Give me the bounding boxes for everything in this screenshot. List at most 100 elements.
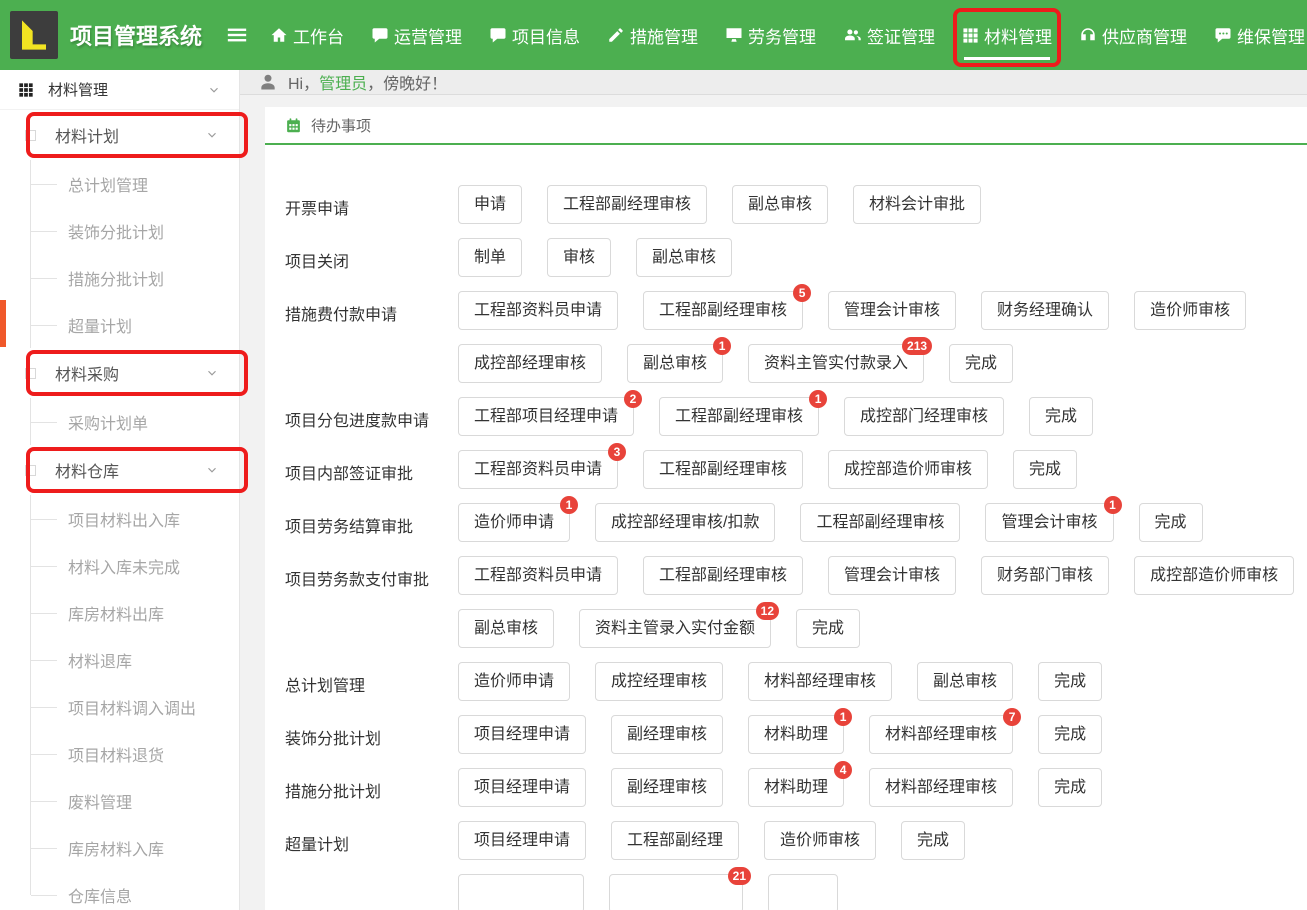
todo-step-button-管理会计审核[interactable]: 管理会计审核: [828, 291, 956, 330]
sidebar-group-材料采购[interactable]: 材料采购: [0, 348, 239, 398]
todo-step-button-label: 工程部资料员申请: [474, 567, 602, 584]
sidebar-item-库房材料出库[interactable]: 库房材料出库: [0, 589, 239, 636]
todo-step-button-成控部经理审核/扣款[interactable]: 成控部经理审核/扣款: [595, 503, 775, 542]
todo-step-button-造价师申请[interactable]: 造价师申请1: [458, 503, 570, 542]
todo-step-button-副经理审核[interactable]: 副经理审核: [611, 768, 723, 807]
todo-step-button-工程部资料员申请[interactable]: 工程部资料员申请: [458, 556, 618, 595]
todo-step-button-工程部副经理审核[interactable]: 工程部副经理审核: [643, 450, 803, 489]
todo-step-button-工程部资料员申请[interactable]: 工程部资料员申请3: [458, 450, 618, 489]
todo-row-label: 总计划管理: [285, 662, 458, 701]
todo-step-button-材料部经理审核[interactable]: 材料部经理审核: [869, 768, 1013, 807]
todo-step-button-工程部资料员申请[interactable]: 工程部资料员申请: [458, 291, 618, 330]
todo-step-button-label: 工程部副经理审核: [659, 302, 787, 319]
todo-step-button-材料助理[interactable]: 材料助理1: [748, 715, 844, 754]
nav-item-项目信息[interactable]: 项目信息: [489, 23, 580, 48]
todo-step-button-材料部经理审核[interactable]: 材料部经理审核: [748, 662, 892, 701]
todo-step-button-审核[interactable]: 审核: [547, 238, 611, 277]
sidebar-header[interactable]: 材料管理: [0, 70, 239, 110]
sidebar-group-label: 材料计划: [55, 123, 119, 147]
todo-step-button-完成[interactable]: 完成: [901, 821, 965, 860]
todo-row-buttons: 项目经理申请工程部副经理造价师审核完成: [458, 821, 1301, 860]
todo-step-button-完成[interactable]: 完成: [949, 344, 1013, 383]
todo-step-button-造价师审核[interactable]: 造价师审核: [1134, 291, 1246, 330]
todo-step-button-成控部造价师审核[interactable]: 成控部造价师审核: [1134, 556, 1294, 595]
todo-step-button-材料助理[interactable]: 材料助理4: [748, 768, 844, 807]
todo-step-button-工程部副经理[interactable]: 工程部副经理: [611, 821, 739, 860]
todo-step-button-资料主管录入实付金额[interactable]: 资料主管录入实付金额12: [579, 609, 771, 648]
todo-step-button-工程部项目经理申请[interactable]: 工程部项目经理申请2: [458, 397, 634, 436]
todo-step-button-label: 财务部门审核: [997, 567, 1093, 584]
todo-step-button-副总审核[interactable]: 副总审核: [917, 662, 1013, 701]
sidebar-item-总计划管理[interactable]: 总计划管理: [0, 160, 239, 207]
todo-step-button-副经理审核[interactable]: 副经理审核: [611, 715, 723, 754]
sidebar-item-超量计划[interactable]: 超量计划: [0, 301, 239, 348]
todo-step-button-label: 完成: [1054, 779, 1086, 796]
todo-step-button-工程部副经理审核[interactable]: 工程部副经理审核5: [643, 291, 803, 330]
nav-item-劳务管理[interactable]: 劳务管理: [725, 23, 816, 48]
todo-step-button-财务部门审核[interactable]: 财务部门审核: [981, 556, 1109, 595]
todo-step-button[interactable]: 21: [609, 874, 743, 910]
nav-item-签证管理[interactable]: 签证管理: [843, 23, 935, 48]
todo-row-buttons: 制单审核副总审核: [458, 238, 1301, 277]
todo-step-button-完成[interactable]: 完成: [796, 609, 860, 648]
nav-item-材料管理[interactable]: 材料管理: [962, 23, 1052, 48]
sidebar-item-材料退库[interactable]: 材料退库: [0, 636, 239, 683]
todo-step-button-完成[interactable]: 完成: [1139, 503, 1203, 542]
sidebar-item-废料管理[interactable]: 废料管理: [0, 777, 239, 824]
todo-step-button-项目经理申请[interactable]: 项目经理申请: [458, 821, 586, 860]
nav-item-维保管理[interactable]: 维保管理: [1214, 23, 1305, 48]
todo-step-button-副总审核[interactable]: 副总审核: [732, 185, 828, 224]
todo-step-button-完成[interactable]: 完成: [1038, 768, 1102, 807]
todo-step-button-完成[interactable]: 完成: [1029, 397, 1093, 436]
sidebar-item-仓库信息[interactable]: 仓库信息: [0, 871, 239, 910]
todo-step-button-label: 材料会计审批: [869, 196, 965, 213]
todo-step-button-完成[interactable]: 完成: [1013, 450, 1077, 489]
grid-icon: [18, 82, 34, 98]
todo-step-button-工程部副经理审核[interactable]: 工程部副经理审核1: [659, 397, 819, 436]
todo-step-button-财务经理确认[interactable]: 财务经理确认: [981, 291, 1109, 330]
todo-step-button-管理会计审核[interactable]: 管理会计审核1: [985, 503, 1113, 542]
sidebar-item-项目材料调入调出[interactable]: 项目材料调入调出: [0, 683, 239, 730]
todo-step-button-申请[interactable]: 申请: [458, 185, 522, 224]
todo-step-button-成控部造价师审核[interactable]: 成控部造价师审核: [828, 450, 988, 489]
todo-step-button-副总审核[interactable]: 副总审核: [458, 609, 554, 648]
sidebar-item-采购计划单[interactable]: 采购计划单: [0, 398, 239, 445]
hamburger-menu-icon[interactable]: [226, 24, 248, 46]
todo-row-buttons: 工程部资料员申请 工程部副经理审核管理会计审核 财务部门审核 成控部造价师审核副总审核…: [458, 556, 1301, 648]
todo-step-button-项目经理申请[interactable]: 项目经理申请: [458, 715, 586, 754]
todo-step-button-完成[interactable]: 完成: [1038, 662, 1102, 701]
todo-step-button-副总审核[interactable]: 副总审核: [636, 238, 732, 277]
todo-step-button-副总审核[interactable]: 副总审核1: [627, 344, 723, 383]
todo-step-button-成控经理审核[interactable]: 成控经理审核: [595, 662, 723, 701]
sidebar-item-项目材料出入库[interactable]: 项目材料出入库: [0, 495, 239, 542]
todo-step-button[interactable]: [458, 874, 584, 910]
todo-step-button-材料会计审批[interactable]: 材料会计审批: [853, 185, 981, 224]
todo-step-button-制单[interactable]: 制单: [458, 238, 522, 277]
sidebar-group-材料计划[interactable]: 材料计划: [0, 110, 239, 160]
todo-step-button-材料部经理审核[interactable]: 材料部经理审核7: [869, 715, 1013, 754]
todo-step-button-工程部副经理审核[interactable]: 工程部副经理审核: [643, 556, 803, 595]
sidebar-group-材料仓库[interactable]: 材料仓库: [0, 445, 239, 495]
todo-step-button[interactable]: [768, 874, 838, 910]
todo-step-button-项目经理申请[interactable]: 项目经理申请: [458, 768, 586, 807]
todo-step-button-工程部副经理审核[interactable]: 工程部副经理审核: [547, 185, 707, 224]
todo-row-buttons: 项目经理申请副经理审核材料助理1 材料部经理审核7 完成: [458, 715, 1301, 754]
todo-step-button-造价师申请[interactable]: 造价师申请: [458, 662, 570, 701]
sidebar-item-库房材料入库[interactable]: 库房材料入库: [0, 824, 239, 871]
todo-step-button-成控部经理审核[interactable]: 成控部经理审核: [458, 344, 602, 383]
sidebar-item-材料入库未完成[interactable]: 材料入库未完成: [0, 542, 239, 589]
nav-item-工作台[interactable]: 工作台: [270, 23, 344, 48]
todo-step-button-工程部副经理审核[interactable]: 工程部副经理审核: [800, 503, 960, 542]
nav-item-供应商管理[interactable]: 供应商管理: [1079, 23, 1187, 48]
sidebar-item-项目材料退货[interactable]: 项目材料退货: [0, 730, 239, 777]
todo-step-button-成控部门经理审核[interactable]: 成控部门经理审核: [844, 397, 1004, 436]
nav-item-运营管理[interactable]: 运营管理: [371, 23, 462, 48]
todo-step-button-造价师审核[interactable]: 造价师审核: [764, 821, 876, 860]
comment-icon: [371, 26, 389, 44]
sidebar-item-措施分批计划[interactable]: 措施分批计划: [0, 254, 239, 301]
sidebar-item-装饰分批计划[interactable]: 装饰分批计划: [0, 207, 239, 254]
todo-step-button-管理会计审核[interactable]: 管理会计审核: [828, 556, 956, 595]
nav-item-措施管理[interactable]: 措施管理: [607, 23, 698, 48]
todo-step-button-完成[interactable]: 完成: [1038, 715, 1102, 754]
todo-step-button-资料主管实付款录入[interactable]: 资料主管实付款录入213: [748, 344, 924, 383]
